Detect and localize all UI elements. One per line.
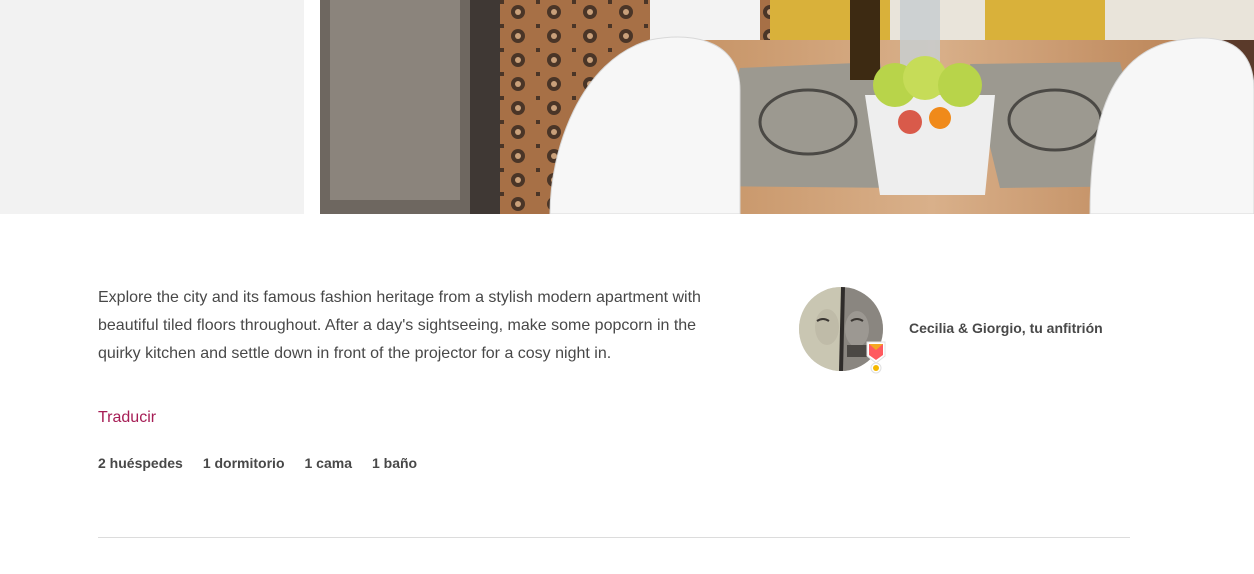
stat-beds: 1 cama [304, 455, 352, 471]
stat-bedrooms: 1 dormitorio [202, 455, 285, 471]
photo-gallery [0, 0, 1254, 214]
section-divider [98, 537, 1130, 538]
translate-link[interactable]: Traducir [98, 407, 156, 429]
gallery-photo-placeholder[interactable] [0, 0, 304, 214]
listing-stats: 2 huéspedes 1 dormitorio 1 cama 1 baño [98, 453, 417, 473]
listing-page: Explore the city and its famous fashion … [0, 0, 1254, 574]
host-avatar[interactable] [799, 287, 886, 374]
gallery-photo-dining[interactable] [320, 0, 1254, 214]
stat-guests: 2 huéspedes [98, 455, 183, 471]
listing-description: Explore the city and its famous fashion … [98, 289, 701, 362]
superhost-badge-icon [865, 340, 887, 374]
host-name[interactable]: Cecilia & Giorgio, tu anfitrión [909, 318, 1103, 338]
stat-baths: 1 baño [371, 455, 418, 471]
host-section: Cecilia & Giorgio, tu anfitrión [799, 285, 1103, 374]
